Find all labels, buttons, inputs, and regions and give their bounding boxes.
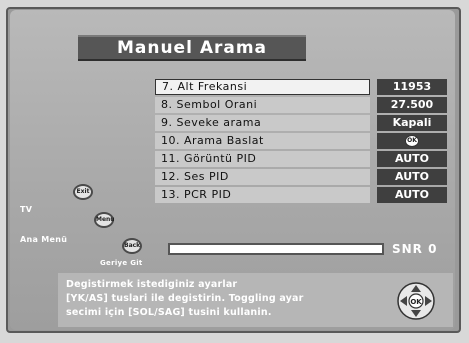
menu-icon: Menu [96, 216, 115, 223]
osd-screen: Manuel Arama 7. Alt Frekansi 11953 8. Se… [10, 10, 455, 330]
back-button[interactable]: Back [122, 238, 142, 254]
ok-icon: OK [405, 135, 419, 147]
back-icon: Back [124, 242, 141, 249]
snr-value: 0 [428, 242, 438, 256]
help-line: secimi için [SOL/SAG] tusini kullanin. [66, 307, 272, 318]
back-label: Geriye Git [100, 259, 143, 267]
svg-text:OK: OK [410, 298, 422, 306]
main-menu-label: Ana Menü [20, 235, 68, 244]
setting-value[interactable]: Kapali [377, 115, 447, 131]
title-bar: Manuel Arama [78, 35, 306, 61]
setting-row-goruntu-pid[interactable]: 11. Görüntü PID AUTO [155, 151, 453, 167]
setting-value[interactable]: 27.500 [377, 97, 447, 113]
setting-row-ses-pid[interactable]: 12. Ses PID AUTO [155, 169, 453, 185]
menu-button[interactable]: Menu [94, 212, 115, 228]
setting-row-pcr-pid[interactable]: 13. PCR PID AUTO [155, 187, 453, 203]
setting-row-alt-frekansi[interactable]: 7. Alt Frekansi 11953 [155, 79, 453, 95]
help-line: [YK/AS] tuslari ile degistirin. Toggling… [66, 293, 304, 304]
help-text: Degistirmek istediginiz ayarlar [YK/AS] … [66, 278, 376, 320]
help-box: Degistirmek istediginiz ayarlar [YK/AS] … [58, 273, 453, 327]
setting-row-arama-baslat[interactable]: 10. Arama Baslat OK [155, 133, 453, 149]
page-title: Manuel Arama [116, 38, 268, 58]
exit-button[interactable]: Exit [73, 184, 93, 200]
snr-label: SNR [392, 242, 423, 256]
exit-icon: Exit [76, 188, 90, 195]
snr-bar [168, 243, 384, 255]
setting-value[interactable]: AUTO [377, 151, 447, 167]
setting-row-seveke-arama[interactable]: 9. Seveke arama Kapali [155, 115, 453, 131]
setting-label: 7. Alt Frekansi [155, 79, 370, 95]
setting-label: 10. Arama Baslat [155, 133, 370, 149]
setting-label: 8. Sembol Orani [155, 97, 370, 113]
snr-readout: SNR 0 [392, 242, 437, 256]
setting-value[interactable]: 11953 [377, 79, 447, 95]
setting-label: 11. Görüntü PID [155, 151, 370, 167]
setting-row-sembol-orani[interactable]: 8. Sembol Orani 27.500 [155, 97, 453, 113]
setting-value[interactable]: AUTO [377, 169, 447, 185]
setting-label: 13. PCR PID [155, 187, 370, 203]
setting-label: 12. Ses PID [155, 169, 370, 185]
setting-label: 9. Seveke arama [155, 115, 370, 131]
setting-value[interactable]: AUTO [377, 187, 447, 203]
tv-label: TV [20, 205, 33, 214]
start-search-button[interactable]: OK [377, 133, 447, 149]
help-line: Degistirmek istediginiz ayarlar [66, 279, 238, 290]
dpad-icon: OK [397, 282, 435, 320]
